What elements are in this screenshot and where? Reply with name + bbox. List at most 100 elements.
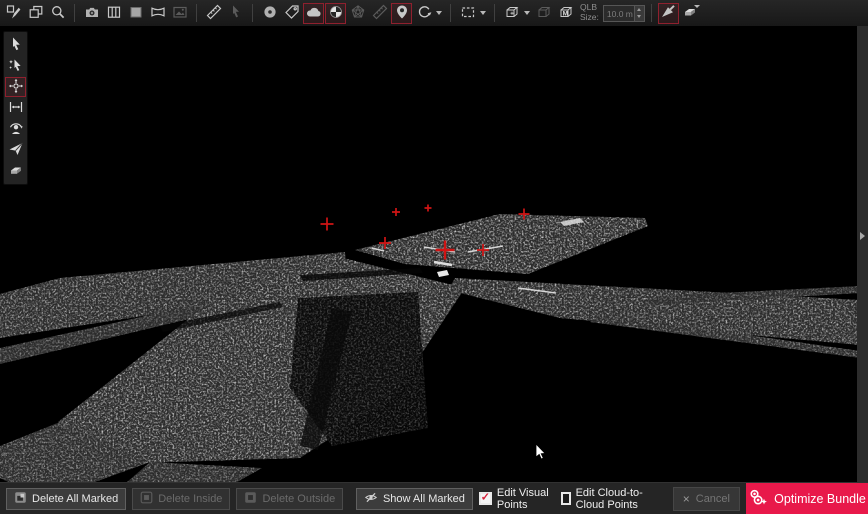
disc-layer-button[interactable] — [259, 3, 280, 24]
tag-icon — [284, 4, 300, 23]
move-tool-icon — [8, 78, 24, 97]
toolbar-separator — [74, 4, 75, 22]
zoom-region-button[interactable] — [47, 3, 68, 24]
toolbar-separator — [196, 4, 197, 22]
tag-layer-button[interactable] — [281, 3, 302, 24]
image-view-button[interactable] — [169, 3, 190, 24]
limit-box-dropdown[interactable] — [501, 3, 532, 24]
move-tool-button[interactable] — [5, 77, 26, 97]
show-all-marked-icon — [364, 491, 378, 507]
split-view-button[interactable] — [103, 3, 124, 24]
pin-layer-button[interactable] — [391, 3, 412, 24]
orbit-view-icon — [8, 120, 24, 139]
select-cursor-icon — [8, 36, 24, 55]
point-cloud-layer-button[interactable] — [303, 3, 324, 24]
wireframe-layer-button[interactable] — [347, 3, 368, 24]
delete-outside-button[interactable]: Delete Outside — [236, 488, 343, 510]
button-label: Delete Outside — [262, 493, 335, 505]
optimize-bundle-icon — [748, 488, 768, 510]
point-cloud-icon — [306, 4, 322, 23]
measure-lines-button[interactable] — [369, 3, 390, 24]
smooth-tool-button[interactable] — [658, 3, 679, 24]
cursor-select-button[interactable] — [225, 3, 246, 24]
fly-tool-button[interactable] — [5, 140, 26, 160]
checkbox-box[interactable]: ✓ — [479, 492, 492, 505]
solid-view-button[interactable] — [125, 3, 146, 24]
eraser-3d-icon — [8, 162, 24, 181]
box-m-icon: M — [558, 4, 574, 23]
select-cursor-button[interactable] — [5, 35, 26, 55]
edit-cloud-to-cloud-points-checkbox[interactable]: ✓ Edit Cloud-to-Cloud Points — [561, 487, 663, 511]
bottom-toolbar: Delete All Marked Delete Inside Delete O… — [0, 482, 868, 514]
point-cloud-canvas[interactable] — [0, 26, 868, 482]
right-panel-collapsed[interactable] — [857, 26, 868, 482]
origin-point-button[interactable] — [325, 3, 346, 24]
eraser-3d-button[interactable] — [5, 161, 26, 181]
point-spacing-button[interactable] — [5, 98, 26, 118]
expand-panel-icon[interactable] — [860, 232, 865, 240]
cascade-windows-button[interactable] — [25, 3, 46, 24]
orbit-rotate-button[interactable] — [413, 3, 434, 24]
eraser-box-button[interactable] — [680, 3, 701, 24]
check-icon: ✓ — [481, 493, 490, 504]
orbit-rotate-icon — [416, 4, 432, 23]
optimize-bundle-button[interactable]: Optimize Bundle — [746, 483, 868, 514]
cascade-windows-icon — [28, 4, 44, 23]
fly-tool-icon — [8, 141, 24, 160]
edit-visual-points-checkbox[interactable]: ✓ Edit Visual Points — [479, 487, 551, 511]
origin-point-icon — [328, 4, 344, 23]
measure-icon — [206, 4, 222, 23]
marquee-select-dropdown[interactable] — [457, 3, 488, 24]
pin-icon — [394, 4, 410, 23]
checkbox-box[interactable]: ✓ — [561, 492, 571, 505]
measure-lines-icon — [372, 4, 388, 23]
select-marked-cursor-button[interactable] — [5, 56, 26, 76]
measure-button[interactable] — [203, 3, 224, 24]
camera-view-button[interactable] — [81, 3, 102, 24]
delete-inside-button[interactable]: Delete Inside — [132, 488, 230, 510]
wireframe-icon — [350, 4, 366, 23]
cancel-button[interactable]: × Cancel — [673, 487, 740, 511]
qlb-size-spinner[interactable] — [634, 6, 644, 21]
qlb-size-label: QLB Size: — [580, 3, 599, 23]
box-axes-icon — [504, 4, 520, 23]
delete-inside-icon — [140, 491, 153, 507]
chevron-down-icon — [524, 11, 530, 15]
top-toolbar: M QLB Size: 10.0 m — [0, 0, 868, 26]
cursor-select-icon — [228, 4, 244, 23]
button-label: Delete Inside — [158, 493, 222, 505]
camera-icon — [84, 4, 100, 23]
box-frame-button[interactable] — [533, 3, 554, 24]
solid-view-icon — [128, 4, 144, 23]
button-label: Show All Marked — [383, 493, 465, 505]
select-marked-cursor-icon — [8, 57, 24, 76]
checkbox-label: Edit Cloud-to-Cloud Points — [576, 487, 663, 511]
point-cloud-speckle — [0, 26, 868, 482]
marquee-select-icon — [460, 4, 476, 23]
box-marked-button[interactable]: M — [555, 3, 576, 24]
delete-outside-icon — [244, 491, 257, 507]
left-tool-palette — [3, 31, 28, 185]
image-view-icon — [172, 4, 188, 23]
viewport-3d[interactable] — [0, 26, 868, 482]
orbit-rotate-dropdown[interactable] — [413, 3, 444, 24]
spinner-down-icon[interactable] — [635, 13, 644, 21]
close-icon: × — [683, 492, 690, 506]
panorama-icon — [150, 4, 166, 23]
edit-options-group: ✓ Edit Visual Points ✓ Edit Cloud-to-Clo… — [479, 487, 740, 511]
smooth-tool-icon — [660, 4, 676, 23]
orbit-view-button[interactable] — [5, 119, 26, 139]
button-label: Optimize Bundle — [774, 492, 866, 506]
edit-tags-button[interactable] — [3, 3, 24, 24]
qlb-size-value: 10.0 m — [604, 6, 634, 21]
split-view-icon — [106, 4, 122, 23]
edit-tags-icon — [6, 4, 22, 23]
limit-box-button[interactable] — [501, 3, 522, 24]
show-all-marked-button[interactable]: Show All Marked — [356, 488, 473, 510]
delete-all-marked-button[interactable]: Delete All Marked — [6, 488, 126, 510]
marquee-select-button[interactable] — [457, 3, 478, 24]
panorama-view-button[interactable] — [147, 3, 168, 24]
spinner-up-icon[interactable] — [635, 6, 644, 14]
qlb-size-input[interactable]: 10.0 m — [603, 5, 645, 22]
app-window: M QLB Size: 10.0 m — [0, 0, 868, 514]
